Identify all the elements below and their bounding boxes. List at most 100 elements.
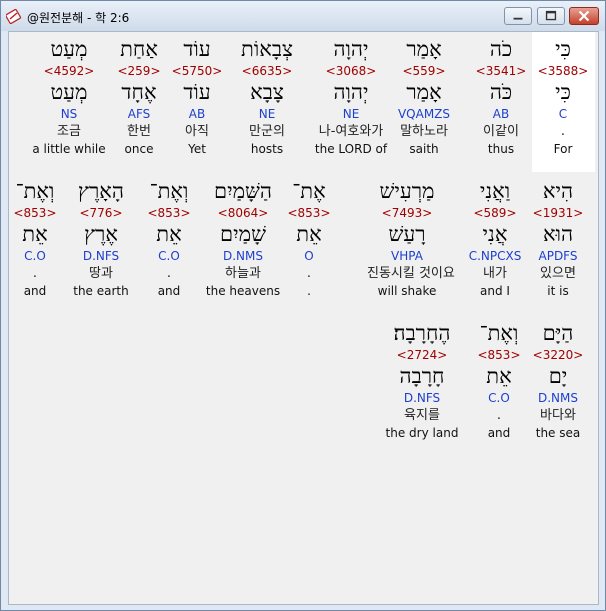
word-heb: מַרְעִישׁ	[379, 179, 435, 203]
word-strong: <3541>	[475, 64, 527, 78]
word-morph: C.NPCXS	[468, 249, 522, 263]
word-morph: NE	[258, 107, 276, 121]
word-kor: 이같이	[483, 124, 519, 139]
word-lemma: צָבָא	[250, 80, 284, 104]
word-heb: אַחַת	[120, 37, 158, 61]
word-cell[interactable]: צְבָאוֹת <6635> צָבָא NE 만군의 hosts	[227, 36, 307, 157]
word-cell[interactable]: וַאֲנִי <589> אֲנִי C.NPCXS 내가 and I	[455, 178, 535, 299]
word-heb: צְבָאוֹת	[241, 37, 293, 61]
word-morph: C.O	[24, 249, 46, 263]
word-eng: the dry land	[385, 426, 459, 440]
word-eng: and I	[480, 284, 510, 298]
word-strong: <559>	[402, 64, 446, 78]
word-cell[interactable]: כֹה <3541> כֹּה AB 이같이 thus	[461, 36, 541, 157]
word-cell[interactable]: וְאֶת־ <853> אֵת C.O. and	[129, 178, 209, 299]
word-kor: 한번	[127, 124, 151, 139]
word-strong: <4592>	[43, 64, 95, 78]
minimize-button[interactable]	[504, 7, 532, 25]
word-kor: 육지를	[404, 408, 440, 423]
window-title: @원전분해 - 학 2:6	[27, 11, 130, 25]
word-eng: the LORD of	[314, 142, 388, 156]
minimize-icon	[513, 17, 523, 20]
word-morph: C.O	[158, 249, 180, 263]
word-cell[interactable]: וְאֶת־ <853> אֵת C.O. and	[459, 320, 539, 441]
maximize-button[interactable]	[537, 7, 565, 25]
word-cell[interactable]: וְאֶת־ <853> אֵת C.O. and	[0, 178, 75, 299]
word-kor: 말하노라	[400, 124, 448, 139]
word-lemma: אָמַר	[406, 80, 442, 104]
word-eng: once	[124, 142, 154, 156]
word-heb: הֶחָרָבָה׃	[393, 321, 451, 345]
word-eng: the heavens	[205, 284, 281, 298]
close-icon	[578, 10, 590, 22]
word-strong: <7493>	[381, 206, 433, 220]
close-button[interactable]	[569, 7, 599, 25]
word-lemma: מְעַט	[50, 80, 88, 104]
word-heb: הַשָּׁמַיִם	[213, 179, 272, 203]
word-cell[interactable]: הֶחָרָבָה׃ <2724> חָרָבָה D.NFS 육지를 the dry l…	[382, 320, 462, 441]
word-eng: a little while	[32, 142, 106, 156]
word-lemma: אֶחָד	[121, 80, 157, 104]
word-strong: <853>	[147, 206, 191, 220]
word-eng: will shake	[377, 284, 437, 298]
word-cell[interactable]: יְהוָה <3068> יְהוָה NE 나-여호와가 the LORD of	[311, 36, 391, 157]
word-strong: <6635>	[241, 64, 293, 78]
word-lemma: יְהוָה	[333, 80, 369, 104]
word-eng: saith	[409, 142, 439, 156]
word-morph: NS	[60, 107, 78, 121]
word-strong: <259>	[117, 64, 161, 78]
word-eng: and	[487, 426, 511, 440]
bible-app-icon	[6, 8, 22, 24]
word-strong: <589>	[473, 206, 517, 220]
word-strong: <853>	[477, 348, 521, 362]
word-heb: מְעַט	[50, 37, 88, 61]
title-bar[interactable]: @원전분해 - 학 2:6	[1, 1, 605, 31]
word-cell[interactable]: הַשָּׁמַיִם <8064> שָׁמַיִם D.NMS 하늘과 the hea…	[203, 178, 283, 299]
word-cell[interactable]: אָמַר <559> אָמַר VQAMZS 말하노라 saith	[384, 36, 464, 157]
word-lemma: אֵת	[486, 364, 512, 388]
word-lemma: אֵת	[22, 222, 48, 246]
word-heb: וְאֶת־	[479, 321, 519, 345]
word-morph: D.NMS	[222, 249, 263, 263]
word-heb: אָמַר	[406, 37, 442, 61]
word-lemma: חָרָבָה	[399, 364, 445, 388]
word-morph: AB	[492, 107, 510, 121]
word-eng: thus	[487, 142, 515, 156]
word-eng: and	[157, 284, 181, 298]
word-lemma: כֹּה	[489, 80, 513, 104]
word-strong: <3068>	[325, 64, 377, 78]
word-cell[interactable]: אַחַת <259> אֶחָד AFS 한번 once	[99, 36, 179, 157]
word-heb: כֹה	[489, 37, 513, 61]
word-eng: hosts	[250, 142, 284, 156]
word-morph: VHPA	[391, 249, 423, 263]
maximize-icon	[545, 10, 557, 21]
word-morph: D.NFS	[403, 391, 441, 405]
word-morph: AFS	[127, 107, 151, 121]
app-window: @원전분해 - 학 2:6 כִּי <3588> כִּי C. For כֹה <354…	[0, 0, 606, 611]
word-kor: 조금	[57, 124, 81, 139]
word-heb: יְהוָה	[333, 37, 369, 61]
word-kor: 내가	[483, 266, 507, 281]
word-eng: and	[23, 284, 47, 298]
word-lemma: שָׁמַיִם	[220, 222, 266, 246]
word-heb: וַאֲנִי	[479, 179, 511, 203]
word-strong: <2724>	[396, 348, 448, 362]
word-heb: וְאֶת־	[149, 179, 189, 203]
word-kor: 진동시킬 것이요	[367, 266, 455, 281]
word-strong: <853>	[13, 206, 57, 220]
word-kor: .	[496, 408, 502, 423]
word-cell[interactable]: מַרְעִישׁ <7493> רָעַשׁ VHPA 진동시킬 것이요 will sh…	[367, 178, 455, 299]
word-kor: 만군의	[249, 124, 285, 139]
word-lemma: אֲנִי	[482, 222, 508, 246]
word-kor: .	[166, 266, 172, 281]
interlinear-panel: כִּי <3588> כִּי C. For כֹה <3541> כֹּה AB 이같이 thu…	[8, 31, 599, 605]
word-kor: 나-여호와가	[318, 124, 384, 139]
word-morph: VQAMZS	[397, 107, 451, 121]
word-morph: NE	[342, 107, 360, 121]
word-lemma: אֵת	[156, 222, 182, 246]
word-strong: <8064>	[217, 206, 269, 220]
word-heb: וְאֶת־	[15, 179, 55, 203]
word-lemma: רָעַשׁ	[388, 222, 426, 246]
word-cell[interactable]: מְעַט <4592> מְעַט NS 조금 a little while	[29, 36, 109, 157]
word-kor: .	[32, 266, 38, 281]
